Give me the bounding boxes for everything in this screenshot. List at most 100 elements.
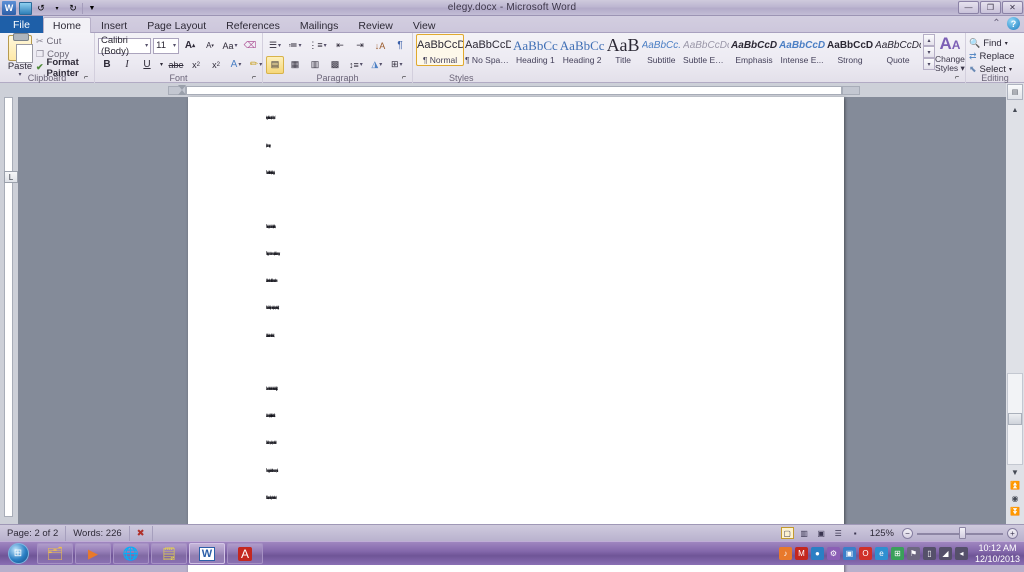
gallery-scroll-up-icon[interactable]: ▴ bbox=[923, 34, 936, 46]
document-line[interactable]: The moping owl does to the moon complain bbox=[266, 468, 278, 473]
underline-caret-icon[interactable]: ▾ bbox=[158, 56, 165, 74]
tray-icon-3[interactable]: ● bbox=[810, 547, 824, 560]
document-line[interactable]: Of such, as wand'ring near her secret bo… bbox=[266, 495, 276, 500]
tray-icon-1[interactable]: ♪ bbox=[778, 547, 792, 560]
borders-icon[interactable]: ⊞ ▾ bbox=[388, 56, 406, 74]
document-line[interactable]: Now fades the glimmering landscape on th… bbox=[266, 305, 279, 310]
gallery-scroll-down-icon[interactable]: ▾ bbox=[923, 46, 936, 58]
style-emphasis[interactable]: AaBbCcDc Emphasis bbox=[730, 34, 778, 66]
tray-icon-9[interactable]: ⚑ bbox=[906, 547, 920, 560]
find-button[interactable]: 🔍 Find ▾ bbox=[969, 37, 1021, 50]
scroll-bottom-controls[interactable]: ▼ ⏫ ◉ ⏬ bbox=[1007, 464, 1023, 522]
style-strong[interactable]: AaBbCcDc Strong bbox=[826, 34, 874, 66]
close-button[interactable]: ✕ bbox=[1002, 1, 1023, 14]
next-page-icon[interactable]: ⏬ bbox=[1010, 507, 1020, 516]
style-heading-2[interactable]: AaBbCc Heading 2 bbox=[559, 34, 606, 66]
shading-icon[interactable]: ◮ ▾ bbox=[368, 56, 386, 74]
tray-icon-4[interactable]: ⚙ bbox=[826, 547, 840, 560]
split-window-icon[interactable]: ▤ bbox=[1007, 84, 1023, 100]
font-size-caret-icon[interactable]: ▾ bbox=[173, 42, 176, 49]
document-line[interactable]: And drowsy tinklings lull the distant fo… bbox=[266, 413, 275, 418]
status-page[interactable]: Page: 2 of 2 bbox=[0, 525, 67, 541]
shrink-font-icon[interactable]: A ▾ bbox=[201, 37, 219, 55]
ribbon-help-controls[interactable]: ⌃ ? bbox=[990, 17, 1020, 30]
view-outline-icon[interactable]: ☰ bbox=[832, 527, 845, 539]
superscript-icon[interactable]: x2 bbox=[207, 56, 225, 74]
scroll-thumb[interactable] bbox=[1008, 413, 1022, 425]
select-browse-object-icon[interactable]: ◉ bbox=[1012, 494, 1019, 503]
indent-marker-icon[interactable] bbox=[178, 83, 187, 97]
view-print-layout-icon[interactable]: ▢ bbox=[780, 527, 794, 539]
justify-icon[interactable]: ▩ bbox=[326, 56, 344, 74]
horizontal-ruler[interactable] bbox=[18, 83, 1006, 97]
network-icon[interactable]: ◢ bbox=[938, 547, 952, 560]
style-no-spacing[interactable]: AaBbCcDc ¶ No Spaci... bbox=[464, 34, 512, 66]
show-formatting-marks-icon[interactable]: ¶ bbox=[391, 37, 409, 55]
minimize-button[interactable]: — bbox=[958, 1, 979, 14]
styles-gallery-scroll[interactable]: ▴ ▾ ▾ bbox=[923, 34, 936, 70]
start-button[interactable]: ⊞ bbox=[1, 543, 35, 565]
document-line[interactable]: elegy written in a country churchyard bbox=[266, 115, 275, 120]
style-quote[interactable]: AaBbCcDc Quote bbox=[874, 34, 922, 66]
document-line[interactable]: The lowing herd wind slowly o'er the lea… bbox=[266, 224, 276, 229]
tab-home[interactable]: Home bbox=[42, 17, 91, 33]
sort-icon[interactable]: ↓A bbox=[371, 37, 389, 55]
align-right-icon[interactable]: ▥ bbox=[306, 56, 324, 74]
scroll-down-icon[interactable]: ▼ bbox=[1011, 468, 1019, 477]
status-words[interactable]: Words: 226 bbox=[66, 525, 130, 541]
system-tray[interactable]: ♪ M ● ⚙ ▣ Oe ⊞ ⚑ ▯ ◢ ◂ 10:12 AM 12/10/2013 bbox=[778, 542, 1024, 566]
view-draft-icon[interactable]: ▪ bbox=[849, 527, 862, 539]
style-subtle-emphasis[interactable]: AaBbCcDc Subtle Em... bbox=[682, 34, 730, 66]
line-spacing-icon[interactable]: ↕≡ ▾ bbox=[346, 56, 366, 74]
styles-gallery[interactable]: AaBbCcDc ¶ Normal AaBbCcDc ¶ No Spaci...… bbox=[416, 34, 965, 76]
tray-icon-8[interactable]: ⊞ bbox=[890, 547, 904, 560]
text-effects-icon[interactable]: A ▾ bbox=[227, 56, 245, 74]
document-line[interactable]: And all the air a solemn stillness holds… bbox=[266, 333, 274, 338]
taskbar-media-player[interactable]: ▶ bbox=[75, 543, 111, 564]
grow-font-icon[interactable]: A ▴ bbox=[181, 37, 199, 55]
font-name-input[interactable]: Calibri (Body) ▾ bbox=[98, 35, 152, 57]
tab-selector[interactable] bbox=[2, 169, 18, 183]
help-icon[interactable]: ? bbox=[1007, 17, 1020, 30]
align-center-icon[interactable]: ▦ bbox=[286, 56, 304, 74]
tab-review[interactable]: Review bbox=[348, 17, 402, 33]
gallery-more-icon[interactable]: ▾ bbox=[923, 58, 936, 70]
proofing-errors-icon[interactable]: ✖ bbox=[130, 525, 153, 541]
change-styles-button[interactable]: AA Change Styles ▾ bbox=[935, 34, 965, 73]
collapse-ribbon-icon[interactable]: ⌃ bbox=[990, 17, 1003, 30]
tray-icon-5[interactable]: ▣ bbox=[842, 547, 856, 560]
vertical-ruler[interactable] bbox=[0, 83, 18, 524]
zoom-level[interactable]: 125% bbox=[866, 528, 898, 539]
document-line[interactable]: Save where the beetle wheels his droning… bbox=[266, 386, 278, 391]
scroll-up-icon[interactable]: ▲ bbox=[1007, 103, 1023, 117]
tab-file[interactable]: File bbox=[0, 16, 43, 33]
vertical-scrollbar[interactable]: ▤ ▲ ▼ ⏫ ◉ ⏬ bbox=[1006, 83, 1024, 524]
taskbar-windows-explorer[interactable]: 🗂 bbox=[37, 543, 73, 564]
style-normal[interactable]: AaBbCcDc ¶ Normal bbox=[416, 34, 464, 66]
cut-button[interactable]: ✂ Cut bbox=[36, 35, 94, 48]
tray-icon-2[interactable]: M bbox=[794, 547, 808, 560]
taskbar-microsoft-word[interactable]: W bbox=[189, 543, 225, 564]
clipboard-dialog-launcher-icon[interactable]: ⌐ bbox=[84, 74, 92, 82]
font-dialog-launcher-icon[interactable]: ⌐ bbox=[252, 74, 260, 82]
style-title[interactable]: AaB Title bbox=[606, 34, 641, 66]
underline-icon[interactable]: U bbox=[138, 56, 156, 74]
bullets-icon[interactable]: ☰ ▾ bbox=[266, 37, 284, 55]
tray-icon-6[interactable]: O bbox=[858, 547, 872, 560]
increase-indent-icon[interactable]: ⇥ bbox=[351, 37, 369, 55]
previous-page-icon[interactable]: ⏫ bbox=[1010, 481, 1020, 490]
italic-icon[interactable]: I bbox=[118, 56, 136, 74]
tray-icon-7[interactable]: e bbox=[874, 547, 888, 560]
tray-icon-list[interactable]: ♪ M ● ⚙ ▣ Oe ⊞ ⚑ ▯ ◢ ◂ bbox=[778, 547, 968, 560]
style-subtitle[interactable]: AaBbCc. Subtitle bbox=[641, 34, 682, 66]
view-web-layout-icon[interactable]: ▣ bbox=[815, 527, 828, 539]
restore-button[interactable]: ❐ bbox=[980, 1, 1001, 14]
document-page[interactable]: elegy written in a country churchyard by … bbox=[188, 97, 844, 572]
tab-insert[interactable]: Insert bbox=[91, 17, 137, 33]
taskbar-clock[interactable]: 10:12 AM 12/10/2013 bbox=[971, 543, 1020, 565]
subscript-icon[interactable]: x2 bbox=[187, 56, 205, 74]
zoom-slider-thumb[interactable] bbox=[959, 527, 966, 539]
document-line[interactable]: The curfew tolls the knell of parting da… bbox=[266, 170, 275, 175]
tab-view[interactable]: View bbox=[403, 17, 446, 33]
view-full-screen-reading-icon[interactable]: ▥ bbox=[798, 527, 811, 539]
